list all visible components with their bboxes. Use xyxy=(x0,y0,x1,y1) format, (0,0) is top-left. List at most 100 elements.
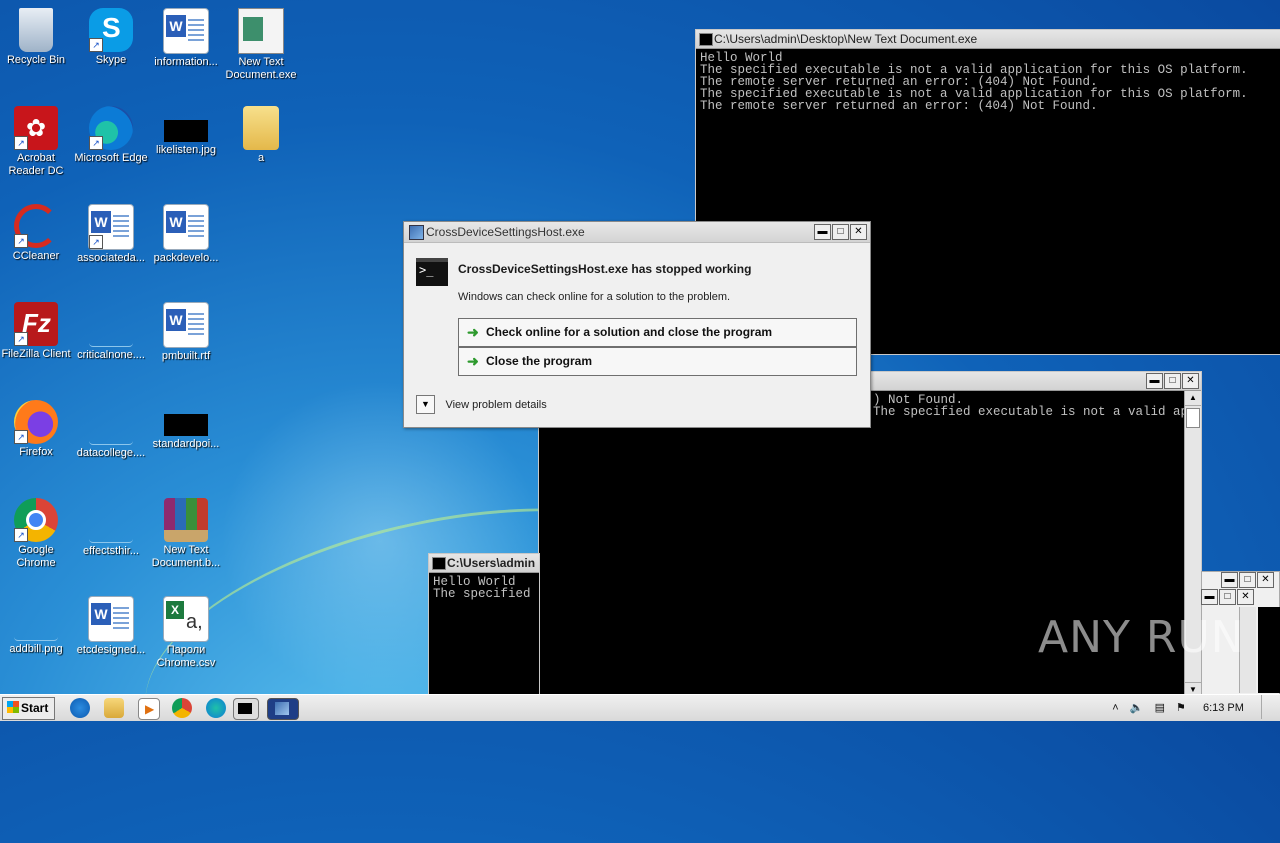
desktop-icon-recycle-bin[interactable]: Recycle Bin xyxy=(0,8,74,67)
image-file-icon xyxy=(164,414,208,436)
word-doc-icon: ↗ xyxy=(88,204,134,250)
action-center-flag-icon[interactable]: ⚑ xyxy=(1176,702,1186,714)
window-controls: ▬ □ ✕ xyxy=(1146,373,1199,389)
desktop-icon-addbill[interactable]: addbill.png xyxy=(0,596,74,656)
word-doc-icon xyxy=(163,8,209,54)
desktop-icon-information[interactable]: information... xyxy=(148,8,224,69)
windows-logo-icon xyxy=(7,701,19,713)
scroll-up-arrow[interactable]: ▲ xyxy=(1185,391,1201,406)
edge-icon: ↗ xyxy=(89,106,133,150)
minimize-button[interactable]: ▬ xyxy=(1201,589,1218,605)
blank-file-icon xyxy=(14,596,58,641)
word-doc-icon xyxy=(163,204,209,250)
ccleaner-icon: ↗ xyxy=(14,204,58,248)
desktop-icon-pmbuilt[interactable]: pmbuilt.rtf xyxy=(148,302,224,363)
console-output: Hello World The specified xyxy=(433,575,531,601)
desktop-icon-standardpoi[interactable]: standardpoi... xyxy=(148,400,224,451)
network-icon[interactable]: ▤ xyxy=(1155,702,1165,714)
show-hidden-icons[interactable]: ˄ xyxy=(1112,702,1118,714)
desktop-icon-firefox[interactable]: ↗ Firefox xyxy=(0,400,74,459)
chevron-down-icon[interactable]: ▼ xyxy=(416,395,435,414)
console-titlebar[interactable]: C:\Users\admin xyxy=(429,554,539,573)
program-icon: >_ xyxy=(416,258,448,286)
desktop-icon-packdevelo[interactable]: packdevelo... xyxy=(148,204,224,265)
console-icon xyxy=(432,557,446,570)
close-button[interactable]: ✕ xyxy=(1182,373,1199,389)
skype-icon: S ↗ xyxy=(89,8,133,52)
close-button[interactable]: ✕ xyxy=(1257,572,1274,588)
desktop-icon-folder-a[interactable]: a xyxy=(223,106,299,165)
maximize-button[interactable]: □ xyxy=(832,224,849,240)
desktop-icon-new-text-document-exe[interactable]: New Text Document.exe xyxy=(223,8,299,82)
minimize-button[interactable]: ▬ xyxy=(1146,373,1163,389)
window-controls: ▬ □ ✕ xyxy=(1201,589,1254,605)
maximize-button[interactable]: □ xyxy=(1164,373,1181,389)
console-output: ) Not Found. The specified executable is… xyxy=(873,393,1201,419)
recycle-bin-icon xyxy=(19,8,53,52)
dialog-message: Windows can check online for a solution … xyxy=(458,291,731,303)
edge-taskbar-icon[interactable] xyxy=(206,698,226,718)
desktop-icon-acrobat[interactable]: ✿ ↗ Acrobat Reader DC xyxy=(0,106,74,178)
minimize-button[interactable]: ▬ xyxy=(1221,572,1238,588)
dialog-heading: CrossDeviceSettingsHost.exe has stopped … xyxy=(458,262,752,276)
desktop-icon-likelisten[interactable]: likelisten.jpg xyxy=(148,106,224,157)
acrobat-icon: ✿ ↗ xyxy=(14,106,58,150)
word-doc-icon xyxy=(88,596,134,642)
window-controls: ▬ □ ✕ xyxy=(814,224,867,240)
clock[interactable]: 6:13 PM xyxy=(1203,702,1244,714)
explorer-icon[interactable] xyxy=(104,698,124,718)
error-dialog[interactable]: CrossDeviceSettingsHost.exe ▬ □ ✕ >_ Cro… xyxy=(403,221,871,428)
ie-icon[interactable] xyxy=(70,698,90,718)
chrome-taskbar-icon[interactable] xyxy=(172,698,192,718)
filezilla-icon: Fz ↗ xyxy=(14,302,58,346)
green-arrow-icon: ➜ xyxy=(467,353,479,369)
desktop-icon-filezilla[interactable]: Fz ↗ FileZilla Client xyxy=(0,302,74,361)
console-output: Hello World The specified executable is … xyxy=(700,51,1248,113)
dialog-taskbar-button[interactable] xyxy=(267,698,299,720)
console-taskbar-button[interactable] xyxy=(233,698,259,720)
taskbar: Start ▶ ˄ 🔈 ▤ ⚑ 6:13 PM xyxy=(0,694,1280,721)
winrar-icon xyxy=(164,498,208,542)
minimize-button[interactable]: ▬ xyxy=(814,224,831,240)
desktop-icon-chrome-csv[interactable]: Xa, Пароли Chrome.csv xyxy=(148,596,224,670)
word-doc-icon xyxy=(163,302,209,348)
image-file-icon xyxy=(164,120,208,142)
maximize-button[interactable]: □ xyxy=(1239,572,1256,588)
desktop-icon-winrar[interactable]: New Text Document.b... xyxy=(148,498,224,570)
console-window-small[interactable]: C:\Users\admin Hello World The specified xyxy=(428,553,540,698)
blank-file-icon xyxy=(89,302,133,347)
excel-csv-icon: Xa, xyxy=(163,596,209,642)
show-desktop-button[interactable] xyxy=(1261,695,1272,719)
console-titlebar[interactable]: C:\Users\admin\Desktop\New Text Document… xyxy=(696,30,1280,49)
blank-file-icon xyxy=(89,498,133,543)
close-program-button[interactable]: ➜ Close the program xyxy=(458,347,857,376)
dialog-titlebar[interactable]: CrossDeviceSettingsHost.exe ▬ □ ✕ xyxy=(404,222,870,243)
desktop-icon-associateda[interactable]: ↗ associateda... xyxy=(73,204,149,265)
blank-file-icon xyxy=(89,400,133,445)
desktop-icon-effectsthir[interactable]: effectsthir... xyxy=(73,498,149,558)
desktop-icon-skype[interactable]: S ↗ Skype xyxy=(73,8,149,67)
folder-icon xyxy=(243,106,279,150)
check-online-button[interactable]: ➜ Check online for a solution and close … xyxy=(458,318,857,347)
system-tray: ˄ 🔈 ▤ ⚑ 6:13 PM xyxy=(1112,695,1272,721)
start-button[interactable]: Start xyxy=(2,697,55,720)
desktop-icon-edge[interactable]: ↗ Microsoft Edge xyxy=(73,106,149,165)
view-details-toggle[interactable]: ▼ View problem details xyxy=(416,395,547,415)
desktop-icon-etcdesigned[interactable]: etcdesigned... xyxy=(73,596,149,657)
app-icon xyxy=(409,225,424,240)
scroll-thumb[interactable] xyxy=(1186,408,1200,428)
media-player-icon[interactable]: ▶ xyxy=(138,698,160,720)
desktop-icon-chrome[interactable]: ↗ Google Chrome xyxy=(0,498,74,570)
firefox-icon: ↗ xyxy=(14,400,58,444)
desktop-icon-criticalnone[interactable]: criticalnone.... xyxy=(73,302,149,362)
close-button[interactable]: ✕ xyxy=(1237,589,1254,605)
volume-icon[interactable]: 🔈 xyxy=(1130,702,1144,714)
desktop-icon-datacollege[interactable]: datacollege.... xyxy=(73,400,149,460)
console-icon xyxy=(699,33,713,46)
chrome-icon: ↗ xyxy=(14,498,58,542)
maximize-button[interactable]: □ xyxy=(1219,589,1236,605)
desktop-icon-ccleaner[interactable]: ↗ CCleaner xyxy=(0,204,74,263)
window-controls: ▬ □ ✕ xyxy=(1221,572,1274,588)
watermark: ANY RUN xyxy=(1038,612,1245,663)
close-button[interactable]: ✕ xyxy=(850,224,867,240)
